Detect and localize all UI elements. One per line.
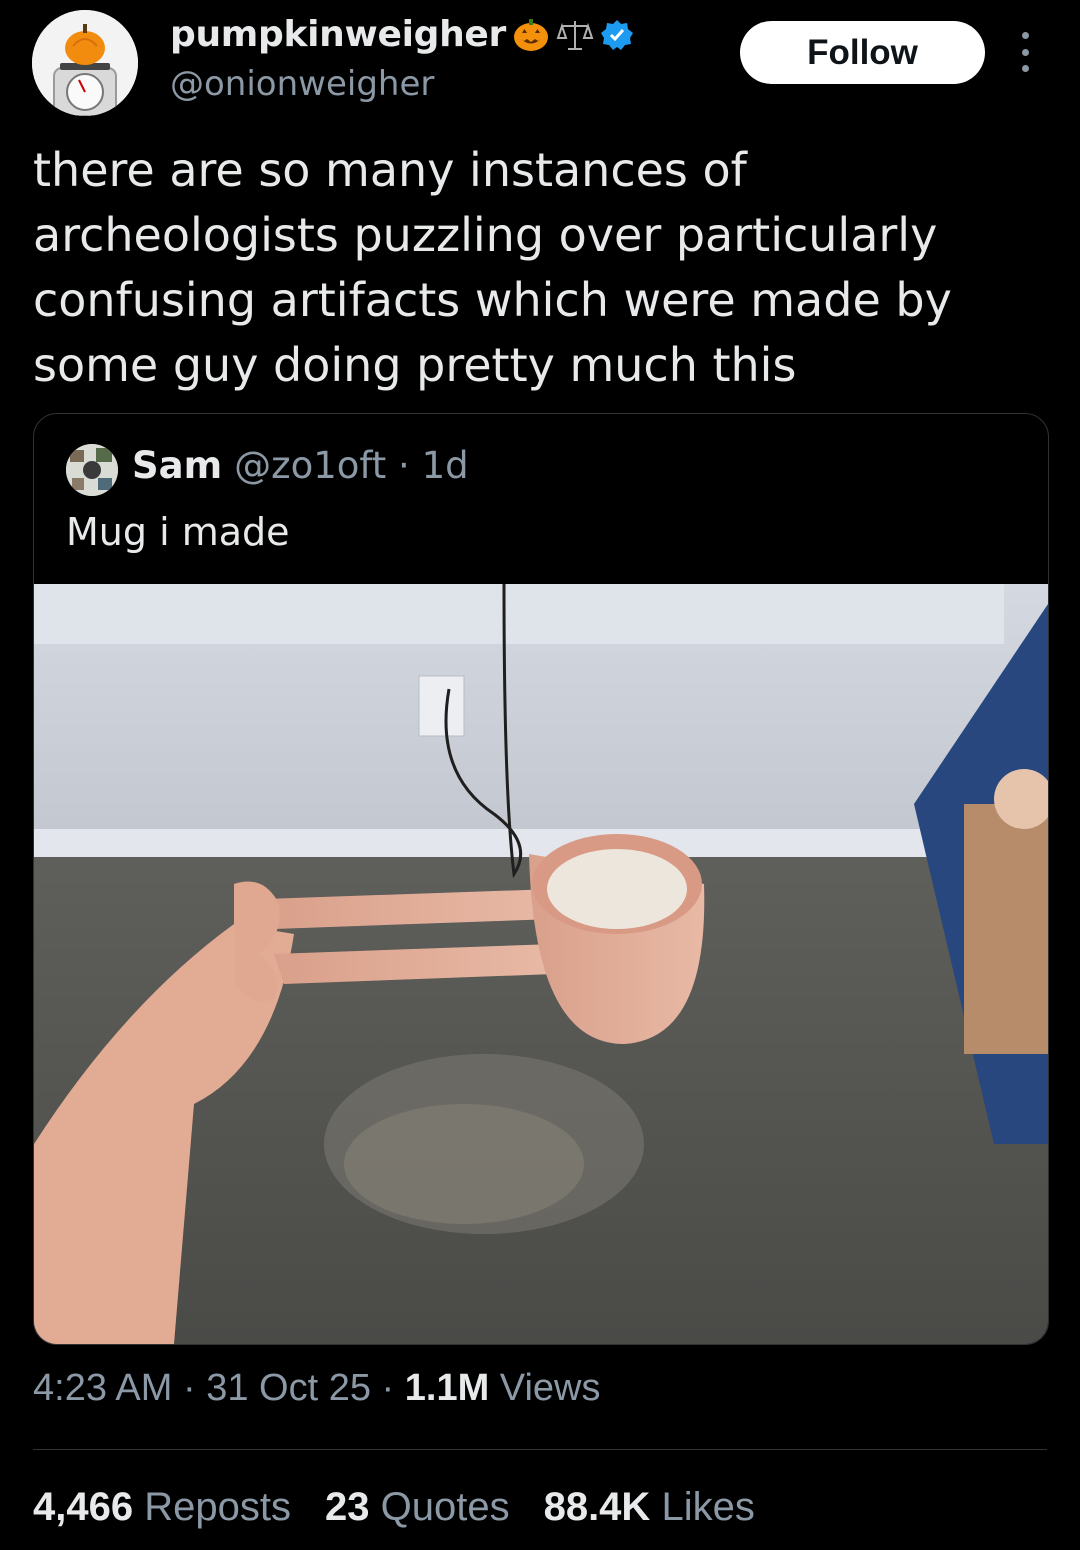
verified-badge-icon bbox=[600, 18, 634, 52]
quoted-author-name[interactable]: Sam bbox=[132, 444, 222, 487]
quoted-photo[interactable] bbox=[34, 583, 1048, 1344]
views-count[interactable]: 1.1M bbox=[405, 1367, 489, 1409]
quotes-count: 23 bbox=[324, 1485, 370, 1529]
author-handle[interactable]: @onionweigher bbox=[170, 64, 434, 104]
quoted-author-avatar[interactable] bbox=[66, 444, 118, 496]
author-display-name[interactable]: pumpkinweigher bbox=[170, 14, 506, 55]
quotes-label: Quotes bbox=[380, 1485, 510, 1529]
reposts-label: Reposts bbox=[144, 1485, 291, 1529]
reposts-count: 4,466 bbox=[33, 1485, 134, 1529]
tweet-text: there are so many instances of archeolog… bbox=[33, 143, 952, 392]
quoted-author-handle[interactable]: @zo1oft · 1d bbox=[234, 444, 468, 487]
author-avatar[interactable] bbox=[32, 10, 138, 116]
pumpkin-scale-image bbox=[32, 10, 138, 116]
likes-count: 88.4K bbox=[543, 1485, 651, 1529]
scales-icon bbox=[556, 18, 594, 52]
views-label: Views bbox=[489, 1367, 601, 1409]
more-options-icon[interactable] bbox=[1010, 32, 1040, 72]
tweet-date[interactable]: 31 Oct 25 bbox=[206, 1367, 371, 1409]
quotes-stat[interactable]: 23 Quotes bbox=[325, 1485, 510, 1530]
tweet-time[interactable]: 4:23 AM bbox=[33, 1367, 172, 1409]
meta-separator: · bbox=[172, 1367, 207, 1409]
mug-photo-image bbox=[34, 583, 1048, 1344]
quoted-text: Mug i made bbox=[66, 510, 290, 554]
quoted-tweet[interactable]: Sam @zo1oft · 1d Mug i made bbox=[33, 413, 1049, 1345]
meta-separator: · bbox=[370, 1367, 405, 1409]
engagement-stats: 4,466 Reposts 23 Quotes 88.4K Likes bbox=[33, 1485, 755, 1530]
author-name-row: pumpkinweigher bbox=[170, 14, 634, 55]
tweet-meta: 4:23 AM · 31 Oct 25 · 1.1M Views bbox=[33, 1367, 600, 1410]
jack-o-lantern-icon bbox=[512, 18, 550, 52]
quoted-header: Sam @zo1oft · 1d bbox=[132, 444, 469, 487]
follow-button[interactable]: Follow bbox=[740, 21, 985, 84]
likes-stat[interactable]: 88.4K Likes bbox=[544, 1485, 755, 1530]
divider bbox=[33, 1449, 1047, 1450]
likes-label: Likes bbox=[661, 1485, 755, 1529]
reposts-stat[interactable]: 4,466 Reposts bbox=[33, 1485, 291, 1530]
